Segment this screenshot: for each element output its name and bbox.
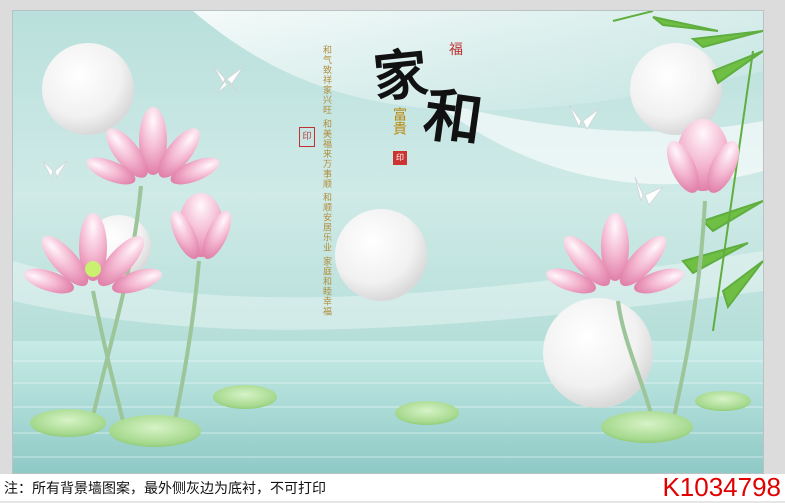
- calligraphy-fu: 福: [449, 42, 463, 58]
- lotus-bud-left: [170, 193, 232, 259]
- seal-stamp-red: 印: [393, 151, 407, 165]
- pearl-sphere: [543, 298, 653, 408]
- pearl-sphere: [42, 43, 134, 135]
- butterfly-icon: [42, 160, 68, 179]
- product-code: K1034798: [662, 472, 781, 502]
- wallpaper-artwork: 和气致祥家兴旺 和美福来万事顺 和顺安居乐业 家庭和睦幸福 印 家 和 福 富貴…: [12, 10, 764, 474]
- calligraphy-he: 和: [419, 80, 487, 156]
- butterfly-icon: [568, 104, 600, 130]
- pearl-sphere: [335, 209, 427, 301]
- calligraphy-fugui: 富貴: [391, 107, 407, 135]
- print-note: 注：所有背景墙图案，最外侧灰边为底衬，不可打印: [4, 481, 326, 497]
- poem-text: 和气致祥家兴旺 和美福来万事顺 和顺安居乐业 家庭和睦幸福: [321, 45, 331, 317]
- seal-stamp: 印: [299, 127, 315, 147]
- butterfly-icon: [212, 64, 244, 94]
